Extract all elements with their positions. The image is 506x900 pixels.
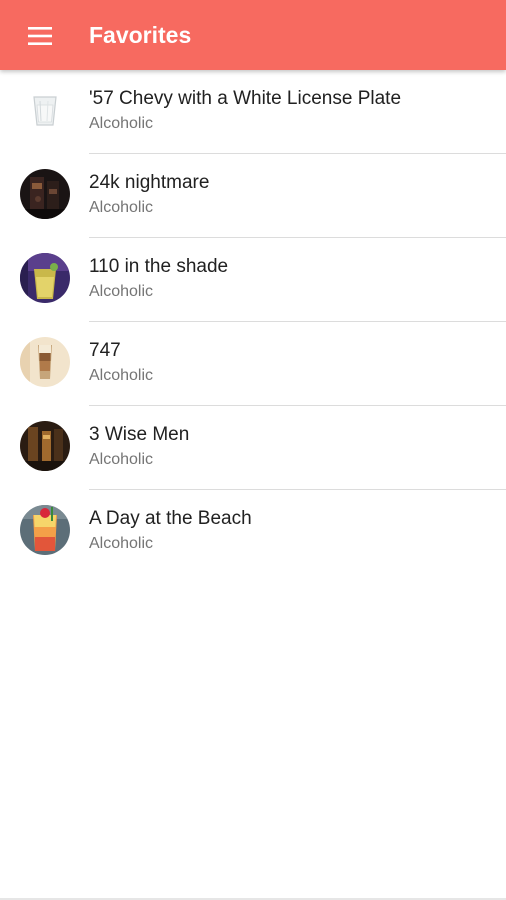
drink-category: Alcoholic xyxy=(89,535,154,552)
drink-thumbnail xyxy=(20,337,70,387)
drink-name: 24k nightmare xyxy=(89,172,210,193)
drink-thumbnail xyxy=(20,505,70,555)
list-item[interactable]: 3 Wise Men Alcoholic xyxy=(0,406,506,490)
menu-button[interactable] xyxy=(16,16,64,56)
hamburger-menu-icon xyxy=(28,26,52,46)
drink-name: 110 in the shade xyxy=(89,256,229,277)
drink-category: Alcoholic xyxy=(89,367,154,384)
app-bar: Favorites xyxy=(0,0,506,70)
drink-category: Alcoholic xyxy=(89,199,154,216)
favorites-list: '57 Chevy with a White License Plate Alc… xyxy=(0,70,506,574)
drink-name: '57 Chevy with a White License Plate xyxy=(89,88,402,109)
drink-name: A Day at the Beach xyxy=(89,508,252,529)
list-item[interactable]: 24k nightmare Alcoholic xyxy=(0,154,506,238)
drink-name: 747 xyxy=(89,340,121,361)
drink-name: 3 Wise Men xyxy=(89,424,190,445)
drink-thumbnail xyxy=(20,169,70,219)
drink-thumbnail xyxy=(20,421,70,471)
list-item[interactable]: 747 Alcoholic xyxy=(0,322,506,406)
drink-category: Alcoholic xyxy=(89,283,154,300)
drink-category: Alcoholic xyxy=(89,451,154,468)
list-item[interactable]: '57 Chevy with a White License Plate Alc… xyxy=(0,70,506,154)
drink-thumbnail xyxy=(20,253,70,303)
list-item[interactable]: 110 in the shade Alcoholic xyxy=(0,238,506,322)
drink-thumbnail xyxy=(20,85,70,135)
page-title: Favorites xyxy=(89,22,192,48)
list-item[interactable]: A Day at the Beach Alcoholic xyxy=(0,490,506,574)
drink-category: Alcoholic xyxy=(89,115,154,132)
